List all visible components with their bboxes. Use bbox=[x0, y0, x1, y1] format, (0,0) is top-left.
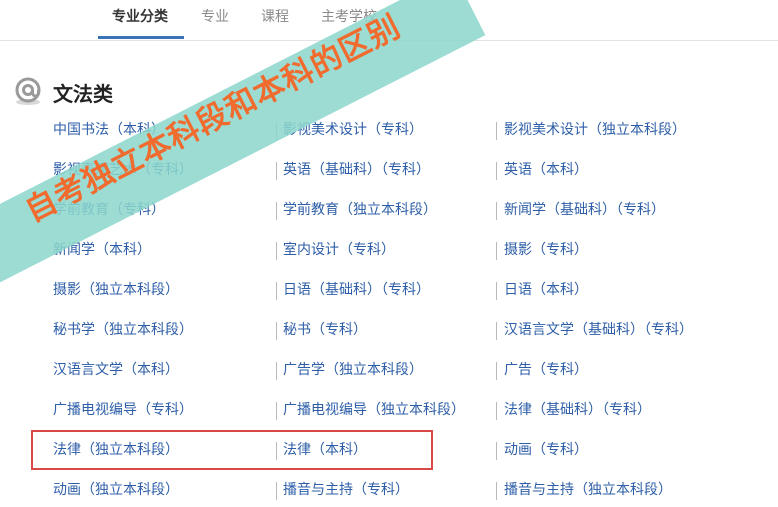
major-link[interactable]: 影视美术设计（独立本科段） bbox=[504, 120, 686, 140]
column-divider bbox=[276, 402, 277, 420]
major-link[interactable]: 日语（本科） bbox=[504, 280, 588, 300]
column-divider bbox=[496, 482, 497, 500]
major-link[interactable]: 法律（基础科）（专科） bbox=[504, 400, 651, 420]
tab-major-category[interactable]: 专业分类 bbox=[112, 7, 168, 37]
major-link[interactable]: 动画（专科） bbox=[504, 440, 588, 460]
column-divider bbox=[276, 242, 277, 260]
column-divider bbox=[496, 242, 497, 260]
column-divider bbox=[496, 122, 497, 140]
major-link[interactable]: 广告学（独立本科段） bbox=[283, 360, 423, 380]
major-link[interactable]: 广播电视编导（独立本科段） bbox=[283, 400, 465, 420]
column-divider bbox=[276, 162, 277, 180]
column-divider bbox=[276, 282, 277, 300]
column-divider bbox=[276, 322, 277, 340]
active-tab-indicator bbox=[98, 36, 184, 39]
major-link[interactable]: 英语（基础科）（专科） bbox=[283, 160, 430, 180]
major-link[interactable]: 学前教育（独立本科段） bbox=[283, 200, 437, 220]
major-link[interactable]: 室内设计（专科） bbox=[283, 240, 395, 260]
major-link[interactable]: 秘书（专科） bbox=[283, 320, 367, 340]
column-divider bbox=[276, 362, 277, 380]
major-link[interactable]: 广告（专科） bbox=[504, 360, 588, 380]
tab-major[interactable]: 专业 bbox=[201, 7, 229, 37]
major-link[interactable]: 汉语言文学（本科） bbox=[53, 360, 179, 380]
at-sign-icon bbox=[15, 77, 41, 105]
column-divider bbox=[496, 442, 497, 460]
column-divider bbox=[496, 162, 497, 180]
major-link[interactable]: 广播电视编导（专科） bbox=[53, 400, 193, 420]
column-divider bbox=[496, 362, 497, 380]
section-title: 文法类 bbox=[53, 82, 113, 106]
column-divider bbox=[496, 322, 497, 340]
column-divider bbox=[496, 202, 497, 220]
column-divider bbox=[276, 482, 277, 500]
column-divider bbox=[496, 402, 497, 420]
major-link[interactable]: 秘书学（独立本科段） bbox=[53, 320, 193, 340]
major-link[interactable]: 汉语言文学（基础科）（专科） bbox=[504, 320, 693, 340]
major-link[interactable]: 播音与主持（独立本科段） bbox=[504, 480, 672, 500]
major-link[interactable]: 新闻学（基础科）（专科） bbox=[504, 200, 665, 220]
major-link[interactable]: 摄影（专科） bbox=[504, 240, 588, 260]
tab-course[interactable]: 课程 bbox=[261, 7, 289, 37]
major-link[interactable]: 英语（本科） bbox=[504, 160, 588, 180]
major-link[interactable]: 播音与主持（专科） bbox=[283, 480, 409, 500]
highlight-box bbox=[31, 430, 433, 470]
column-divider bbox=[496, 282, 497, 300]
major-link[interactable]: 动画（独立本科段） bbox=[53, 480, 179, 500]
column-divider bbox=[276, 202, 277, 220]
major-link[interactable]: 日语（基础科）（专科） bbox=[283, 280, 430, 300]
major-link[interactable]: 摄影（独立本科段） bbox=[53, 280, 179, 300]
